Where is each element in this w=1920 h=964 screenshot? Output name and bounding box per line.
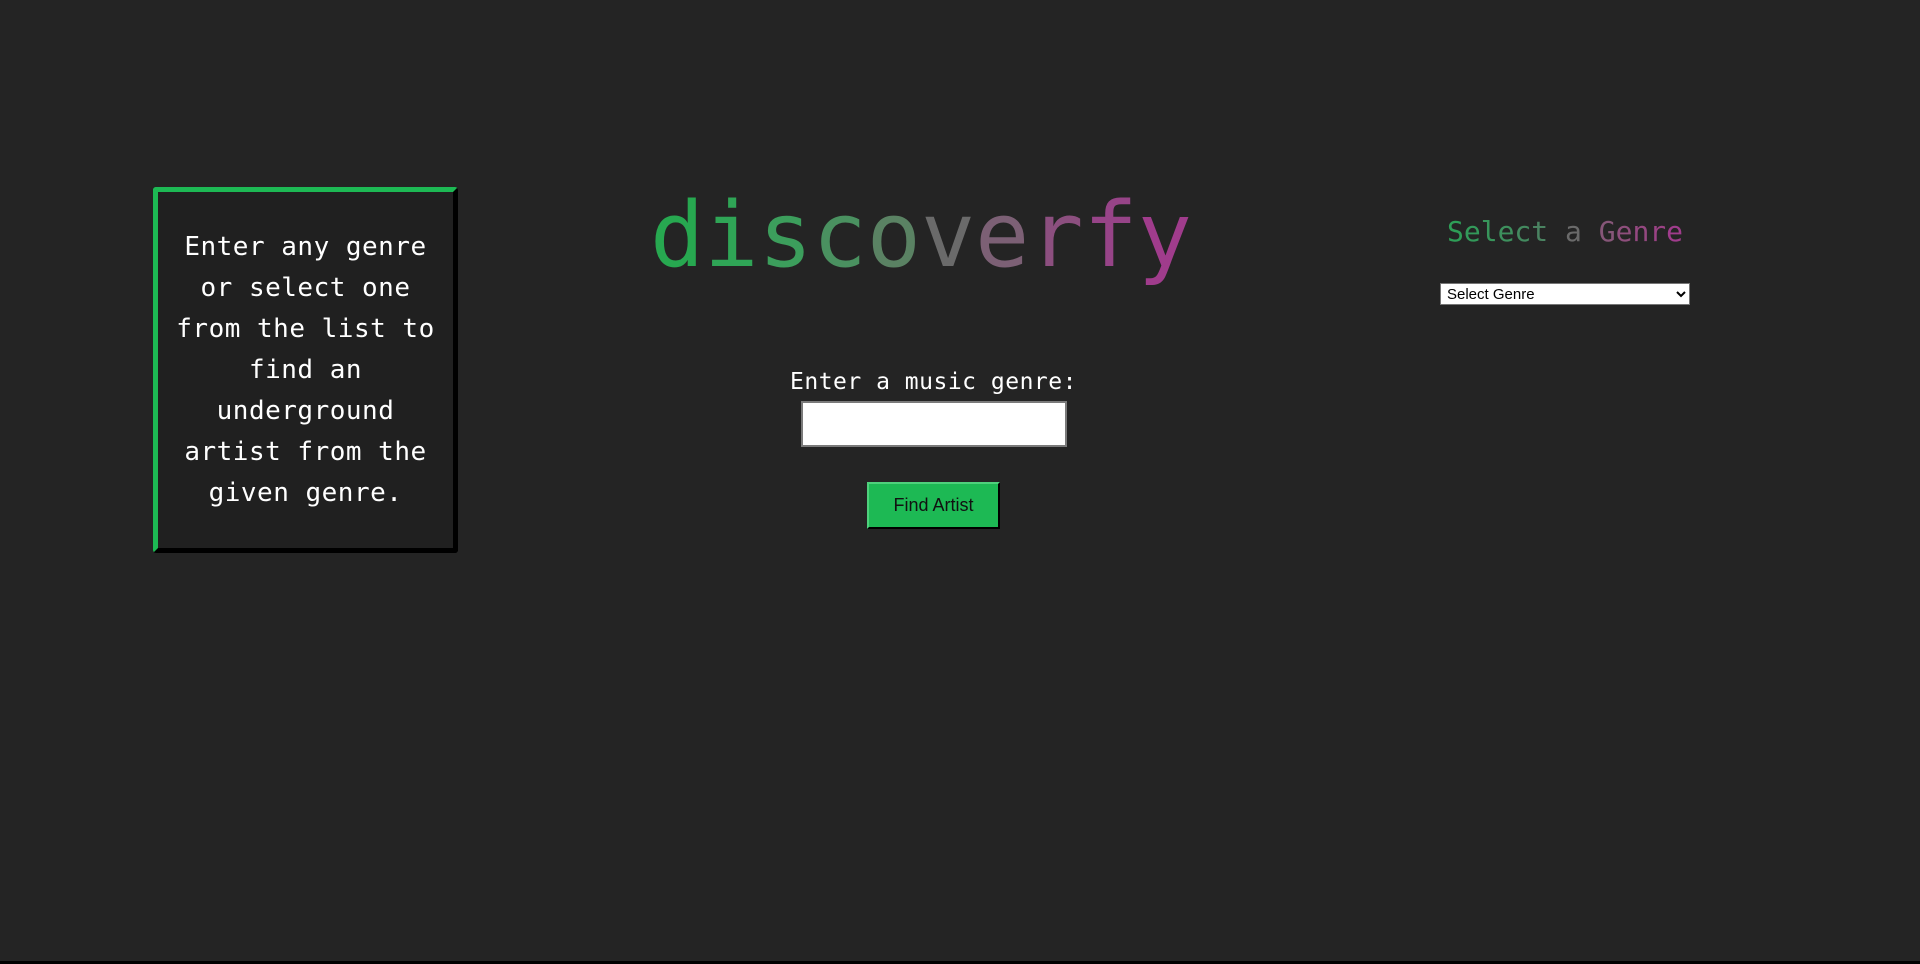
logo-letter: i: [704, 183, 759, 288]
heading-letter: e: [1463, 215, 1481, 248]
info-box: Enter any genre or select one from the l…: [153, 187, 458, 553]
genre-select-dropdown[interactable]: Select Genre: [1440, 283, 1690, 305]
logo-letter: r: [1029, 183, 1084, 288]
genre-input[interactable]: [801, 401, 1067, 447]
heading-letter: c: [1514, 215, 1532, 248]
logo-letter: d: [650, 183, 705, 288]
heading-letter: [1582, 212, 1599, 252]
genre-input-label: Enter a music genre:: [790, 369, 1077, 395]
heading-letter: a: [1565, 215, 1582, 248]
heading-letter: e: [1497, 215, 1515, 248]
logo-letter: s: [758, 183, 813, 288]
app-logo: discoverfy: [650, 166, 1220, 306]
find-artist-button[interactable]: Find Artist: [867, 482, 1000, 529]
heading-letter: t: [1531, 215, 1549, 248]
heading-letter: e: [1666, 215, 1684, 248]
heading-letter: S: [1446, 215, 1464, 248]
heading-letter: e: [1615, 215, 1633, 248]
logo-letter: c: [812, 183, 867, 288]
logo-letter: v: [920, 183, 976, 288]
logo-letter: f: [1083, 183, 1138, 288]
heading-letter: G: [1598, 215, 1616, 248]
info-text: Enter any genre or select one from the l…: [176, 231, 435, 508]
heading-letter: n: [1632, 215, 1650, 248]
select-genre-heading: Select a Genre: [1430, 212, 1700, 252]
heading-letter: l: [1480, 215, 1498, 248]
heading-letter: [1548, 212, 1565, 252]
heading-letter: r: [1649, 215, 1667, 248]
logo-letter: e: [975, 183, 1030, 288]
logo-letter: o: [866, 183, 921, 288]
logo-letter: y: [1137, 183, 1192, 288]
